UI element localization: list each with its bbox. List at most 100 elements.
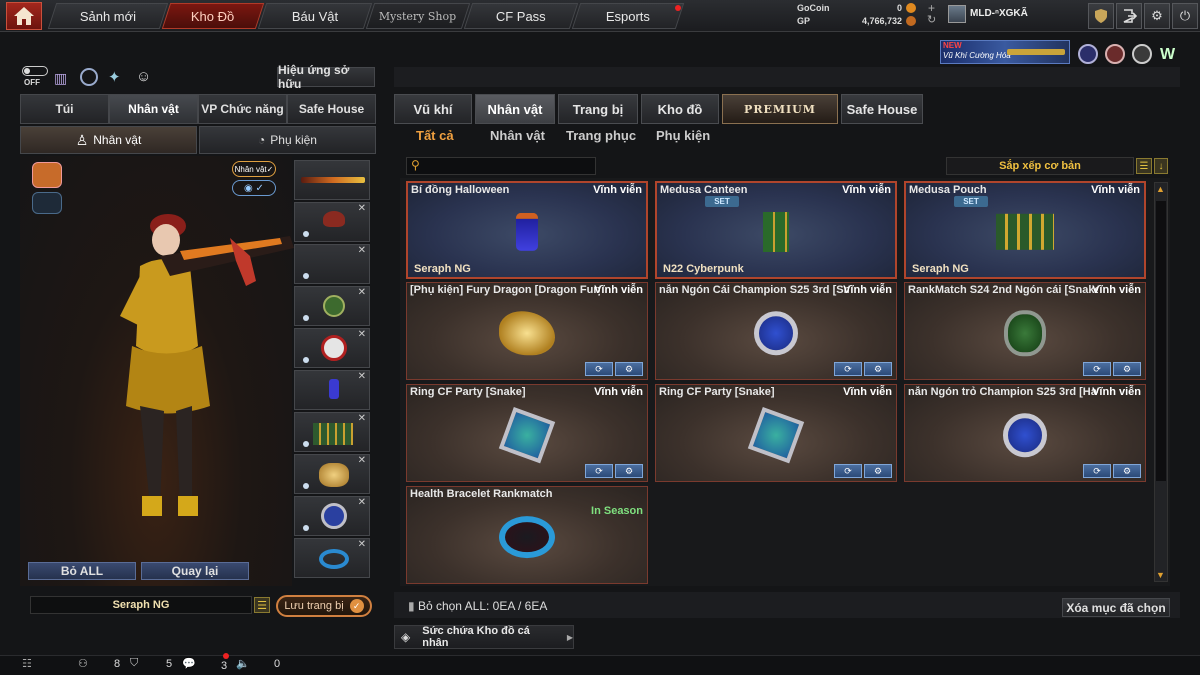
sort-menu-icon[interactable]: ☰ bbox=[1136, 158, 1152, 174]
item-card[interactable]: RankMatch S24 2nd Ngón cái [Snake] Vĩnh … bbox=[904, 282, 1146, 380]
filter-phu-kien[interactable]: Phụ kiện bbox=[656, 128, 710, 148]
slot-headgear[interactable]: ✕ bbox=[294, 202, 370, 242]
sort-dropdown[interactable]: Sắp xếp cơ bản bbox=[946, 157, 1134, 175]
cycle-button[interactable]: ⟳ bbox=[1083, 362, 1111, 376]
event-icon-1[interactable] bbox=[1078, 44, 1098, 64]
home-button[interactable] bbox=[6, 2, 42, 30]
filter-nhan-vat[interactable]: Nhân vật bbox=[490, 128, 545, 148]
slot-dragon[interactable]: ✕ bbox=[294, 454, 370, 494]
tab-sanh-moi[interactable]: Sảnh mới bbox=[47, 3, 169, 29]
clan-button[interactable] bbox=[1088, 3, 1114, 29]
close-icon[interactable]: ✕ bbox=[358, 329, 366, 340]
tab-premium[interactable]: PREMIUM bbox=[722, 94, 838, 124]
slot-wings[interactable]: ✕ bbox=[294, 328, 370, 368]
event-icon-3[interactable] bbox=[1132, 44, 1152, 64]
close-icon[interactable]: ✕ bbox=[358, 539, 366, 550]
settings-gear-icon[interactable]: ⚙ bbox=[864, 362, 892, 376]
sort-direction-icon[interactable]: ↓ bbox=[1154, 158, 1168, 174]
subtab-phu-kien[interactable]: ◔ Phụ kiện bbox=[199, 126, 376, 154]
close-icon[interactable]: ✕ bbox=[358, 245, 366, 256]
event-icon-4[interactable]: W bbox=[1160, 46, 1175, 64]
chat-icon[interactable]: 💬 bbox=[182, 657, 196, 670]
cycle-button[interactable]: ⟳ bbox=[585, 464, 613, 478]
save-equipment-button[interactable]: Lưu trang bị ✓ bbox=[276, 595, 372, 617]
close-icon[interactable]: ✕ bbox=[358, 455, 366, 466]
tab-nhan-vat[interactable]: Nhân vật bbox=[109, 94, 198, 124]
speaker-icon[interactable]: 🔈 bbox=[236, 657, 250, 670]
tab-cf-pass[interactable]: CF Pass bbox=[463, 3, 579, 29]
settings-gear-icon[interactable]: ⚙ bbox=[615, 464, 643, 478]
item-card[interactable]: Health Bracelet Rankmatch In Season bbox=[406, 486, 648, 584]
event-icon-2[interactable] bbox=[1105, 44, 1125, 64]
friends-icon[interactable]: ⚇ bbox=[78, 657, 88, 670]
slot-bracelet[interactable]: ✕ bbox=[294, 538, 370, 578]
inventory-capacity-button[interactable]: ◈ Sức chứa Kho đồ cá nhân ▶ bbox=[394, 625, 574, 649]
settings-gear-icon[interactable]: ⚙ bbox=[864, 464, 892, 478]
scroll-up-icon[interactable]: ▲ bbox=[1156, 184, 1165, 194]
slot-canteen[interactable]: ✕ bbox=[294, 370, 370, 410]
cycle-button[interactable]: ⟳ bbox=[834, 464, 862, 478]
filter-tat-ca[interactable]: Tất cả bbox=[416, 128, 454, 148]
item-card[interactable]: Medusa Canteen Vĩnh viễn SET N22 Cyberpu… bbox=[655, 181, 897, 279]
item-card[interactable]: Ring CF Party [Snake] Vĩnh viễn ⟳ ⚙ bbox=[406, 384, 648, 482]
settings-gear-icon[interactable]: ⚙ bbox=[1113, 362, 1141, 376]
item-card[interactable]: nẫn Ngón trỏ Champion S25 3rd [Hawk] Vĩn… bbox=[904, 384, 1146, 482]
settings-button[interactable]: ⚙ bbox=[1144, 3, 1170, 29]
tab-bau-vat[interactable]: Báu Vật bbox=[257, 3, 373, 29]
power-button[interactable]: ⏻ bbox=[1172, 3, 1198, 29]
owned-effect-button[interactable]: Hiệu ứng sở hữu bbox=[277, 63, 375, 91]
avatar[interactable] bbox=[948, 5, 966, 23]
close-icon[interactable]: ✕ bbox=[358, 413, 366, 424]
scrollbar[interactable]: ▲ ▼ bbox=[1154, 182, 1168, 582]
character-tag[interactable]: Nhân vật ✓ bbox=[232, 161, 276, 177]
filter-trang-phuc[interactable]: Trang phục bbox=[566, 128, 636, 148]
tab-kho-do[interactable]: Kho Đồ bbox=[161, 3, 265, 29]
tab-tui[interactable]: Túi bbox=[20, 94, 109, 124]
character-name-field[interactable]: Seraph NG bbox=[30, 596, 252, 614]
exit-button[interactable] bbox=[1116, 3, 1142, 29]
clear-selected-button[interactable]: Xóa mục đã chọn bbox=[1062, 598, 1170, 617]
tab-kho-do-right[interactable]: Kho đồ bbox=[641, 94, 719, 124]
settings-gear-icon[interactable]: ⚙ bbox=[615, 362, 643, 376]
tab-trang-bi[interactable]: Trang bị bbox=[558, 94, 638, 124]
clan-shield-icon[interactable]: ⛉ bbox=[130, 657, 138, 670]
cycle-button[interactable]: ⟳ bbox=[1083, 464, 1111, 478]
tab-esports[interactable]: Esports bbox=[571, 3, 685, 29]
slot-pouch[interactable]: ✕ bbox=[294, 412, 370, 452]
tab-vu-khi[interactable]: Vũ khí bbox=[394, 94, 472, 124]
item-card[interactable]: [Phụ kiện] Fury Dragon [Dragon Fury] Vĩn… bbox=[406, 282, 648, 380]
close-icon[interactable]: ✕ bbox=[358, 371, 366, 382]
tab-safe-house[interactable]: Safe House bbox=[287, 94, 376, 124]
slot-ring[interactable]: ✕ bbox=[294, 496, 370, 536]
tab-nhan-vat-right[interactable]: Nhân vật bbox=[475, 94, 555, 124]
team-badge-alt-icon[interactable] bbox=[32, 192, 62, 214]
scroll-down-icon[interactable]: ▼ bbox=[1156, 570, 1165, 580]
pet-icon[interactable]: ☺ bbox=[136, 68, 151, 85]
item-card[interactable]: Medusa Pouch Vĩnh viễn SET Seraph NG bbox=[904, 181, 1146, 279]
refresh-icon[interactable]: ↻ bbox=[927, 13, 936, 26]
settings-gear-icon[interactable]: ⚙ bbox=[1113, 464, 1141, 478]
visibility-toggle[interactable]: ◉ ✓ bbox=[232, 180, 276, 196]
slot-emblem[interactable]: ✕ bbox=[294, 286, 370, 326]
scroll-thumb[interactable] bbox=[1156, 201, 1166, 481]
slot-accessory[interactable]: ✕ bbox=[294, 244, 370, 284]
list-icon[interactable]: ☷ bbox=[22, 657, 32, 670]
emblem-icon[interactable] bbox=[80, 68, 98, 86]
tab-safe-house-right[interactable]: Safe House bbox=[841, 94, 923, 124]
cycle-button[interactable]: ⟳ bbox=[834, 362, 862, 376]
close-icon[interactable]: ✕ bbox=[358, 497, 366, 508]
cycle-button[interactable]: ⟳ bbox=[585, 362, 613, 376]
toggle-off-button[interactable]: OFF bbox=[22, 66, 48, 88]
team-badge-icon[interactable] bbox=[32, 162, 62, 188]
tab-mystery-shop[interactable]: Mystery Shop bbox=[365, 3, 471, 29]
stats-icon[interactable]: ▥ bbox=[54, 70, 67, 87]
item-card[interactable]: Bí đồng Halloween Vĩnh viễn Seraph NG bbox=[406, 181, 648, 279]
subtab-nhan-vat[interactable]: ♙ Nhân vật bbox=[20, 126, 197, 154]
search-input[interactable]: ⚲ bbox=[406, 157, 596, 175]
item-card[interactable]: Ring CF Party [Snake] Vĩnh viễn ⟳ ⚙ bbox=[655, 384, 897, 482]
character-preview[interactable]: Nhân vật ✓ ◉ ✓ bbox=[20, 156, 294, 586]
emote-icon[interactable]: ✦ bbox=[108, 68, 121, 86]
item-card[interactable]: nẫn Ngón Cái Champion S25 3rd [Snake] Vĩ… bbox=[655, 282, 897, 380]
close-icon[interactable]: ✕ bbox=[358, 203, 366, 214]
close-icon[interactable]: ✕ bbox=[358, 287, 366, 298]
